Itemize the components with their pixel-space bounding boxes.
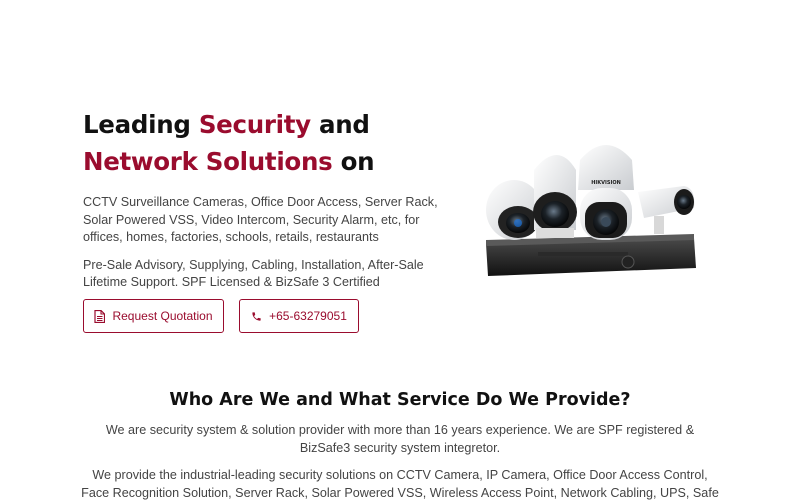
request-quotation-label: Request Quotation [112,309,213,323]
about-title: Who Are We and What Service Do We Provid… [169,390,631,410]
hero-description: CCTV Surveillance Cameras, Office Door A… [83,195,438,244]
phone-label: +65-63279051 [269,309,347,323]
brand-text: HIKVISION [591,180,621,186]
hero-section: Leading Security and Network Solutions o… [83,106,463,292]
about-section: Who Are We and What Service Do We Provid… [0,388,800,500]
cctv-products-image: HIKVISION [478,130,704,286]
hero-title-part3: on [332,147,375,176]
about-paragraph-2: We provide the industrial-leading securi… [81,468,719,500]
hero-services: Pre-Sale Advisory, Supplying, Cabling, I… [83,257,424,290]
about-paragraph-1: We are security system & solution provid… [105,423,695,455]
hero-buttons: Request Quotation +65-63279051 [83,299,359,333]
phone-icon [251,311,262,322]
hero-title: Leading Security and Network Solutions o… [83,106,463,180]
hero-title-part1: Leading [83,110,199,139]
hero-title-accent-security: Security [198,110,311,139]
hero-title-accent-network: Network Solutions [83,147,333,176]
request-quotation-button[interactable]: Request Quotation [83,299,224,333]
phone-button[interactable]: +65-63279051 [239,299,359,333]
hero-title-part2: and [310,110,370,139]
document-icon [94,309,106,323]
